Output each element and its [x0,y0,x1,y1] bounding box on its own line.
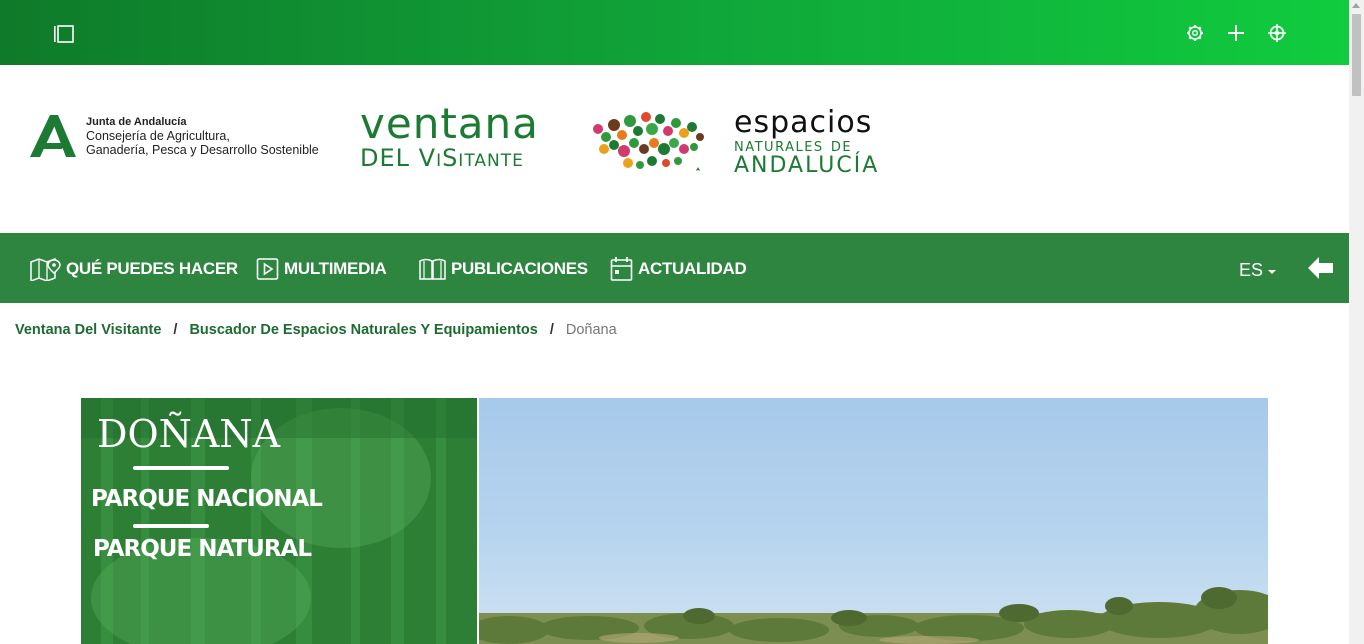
site-header: Junta de Andalucía Consejería de Agricul… [0,65,1349,233]
scrollbar-thumb[interactable] [1352,14,1361,96]
junta-text: Junta de Andalucía Consejería de Agricul… [86,115,319,157]
hero-subtitle-1: PARQUE NACIONAL [91,486,323,512]
language-label: ES [1239,260,1264,280]
breadcrumb-separator: / [173,322,178,338]
breadcrumb-link-buscador[interactable]: Buscador De Espacios Naturales Y Equipam… [189,322,537,338]
nav-label: ACTUALIDAD [638,259,747,278]
breadcrumb-current: Doñana [565,322,617,338]
arrow-left-icon[interactable] [1305,253,1335,283]
junta-title: Junta de Andalucía [86,116,187,128]
landscape-image [479,587,1268,644]
breadcrumb-link-ventana[interactable]: Ventana Del Visitante [15,322,161,338]
nav-item-que-puedes-hacer[interactable]: QUÉ PUEDES HACER [30,257,238,281]
target-icon[interactable] [1266,22,1288,44]
scrollbar[interactable] [1349,0,1364,644]
play-icon [256,258,279,280]
main-nav: QUÉ PUEDES HACER MULTIMEDIA PUBLICACIONE… [0,233,1349,303]
scroll-up-icon[interactable] [1352,3,1360,8]
junta-andalucia-logo[interactable] [30,113,78,159]
hero-title-panel: DOÑANA PARQUE NACIONAL PARQUE NATURAL [81,398,477,644]
nav-label: QUÉ PUEDES HACER [66,259,238,278]
map-pin-icon [30,257,61,281]
gear-icon[interactable] [1184,22,1206,44]
sidebar-toggle-icon[interactable] [53,24,75,44]
nav-item-multimedia[interactable]: MULTIMEDIA [256,257,387,281]
language-selector[interactable]: ES [1239,260,1277,281]
espacios-line1: espacios [734,105,873,140]
ventana-line1: ventana [360,99,539,148]
divider [133,466,229,470]
calendar-icon [610,257,633,281]
hero-subtitle-2: PARQUE NATURAL [93,536,312,562]
plus-icon[interactable] [1225,22,1247,44]
espacios-line3: ANDALUCÍA [734,153,880,178]
nav-label: MULTIMEDIA [284,259,387,278]
nav-label: PUBLICACIONES [451,259,588,278]
top-bar [0,0,1349,65]
book-icon [419,258,446,280]
junta-line1: Consejería de Agricultura, [86,129,230,143]
espacios-naturales-logo[interactable]: espacios naturales de ANDALUCÍA [734,105,880,178]
ventana-logo[interactable]: ventana DEL ViSitante [360,99,539,172]
ventana-line2: DEL ViSitante [360,144,524,172]
junta-line2: Ganadería, Pesca y Desarrollo Sostenible [86,143,319,157]
caret-down-icon [1268,269,1277,274]
andalucia-mosaic-icon [593,112,704,171]
breadcrumb: Ventana Del Visitante / Buscador De Espa… [15,322,617,338]
breadcrumb-separator: / [549,322,554,338]
hero-photo [479,398,1268,644]
nav-item-publicaciones[interactable]: PUBLICACIONES [419,257,588,281]
hero-title: DOÑANA [97,412,281,456]
divider [133,524,209,528]
nav-item-actualidad[interactable]: ACTUALIDAD [610,257,747,281]
